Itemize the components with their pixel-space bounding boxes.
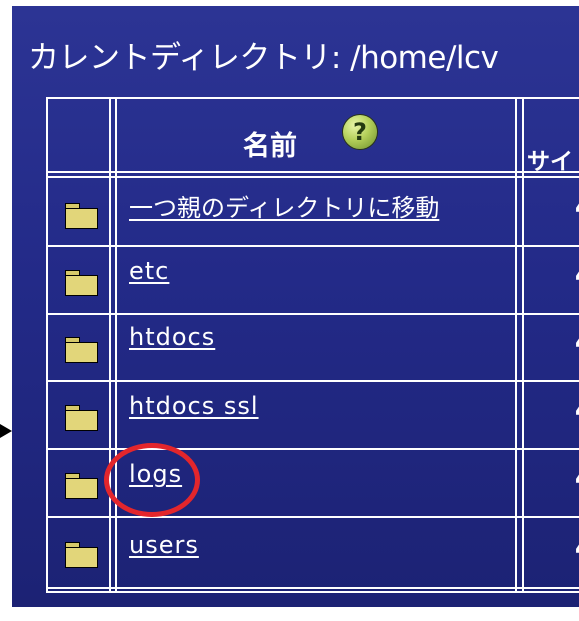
folder-icon <box>65 337 98 363</box>
arrow-right-icon <box>0 424 12 438</box>
folder-icon <box>65 542 98 568</box>
table-divider <box>48 313 579 315</box>
directory-link-users[interactable]: users <box>129 531 199 559</box>
size-cell: 4 <box>575 464 579 492</box>
file-manager-panel: カレントディレクトリ: /home/lcv 名前 ? サイ 一つ親のディレクトリ… <box>12 6 579 607</box>
help-icon[interactable]: ? <box>343 115 377 149</box>
folder-icon <box>65 203 98 229</box>
current-directory-label: カレントディレクトリ: /home/lcv <box>28 40 499 76</box>
folder-icon <box>65 270 98 296</box>
parent-directory-link[interactable]: 一つ親のディレクトリに移動 <box>129 188 439 223</box>
directory-table: 名前 ? サイ 一つ親のディレクトリに移動 4 etc 4 htdocs <box>46 97 579 593</box>
size-cell: 4 <box>575 396 579 424</box>
highlight-circle <box>104 443 200 517</box>
directory-link-htdocs[interactable]: htdocs <box>129 323 215 351</box>
folder-icon <box>65 473 98 499</box>
table-divider <box>48 171 579 173</box>
name-column-header[interactable]: 名前 <box>243 124 297 163</box>
directory-link-etc[interactable]: etc <box>129 257 169 285</box>
size-cell: 4 <box>575 328 579 356</box>
size-cell: 4 <box>575 534 579 562</box>
table-divider <box>48 587 579 589</box>
directory-link-htdocs-ssl[interactable]: htdocs ssl <box>129 392 259 420</box>
table-divider <box>48 380 579 382</box>
table-divider <box>48 176 579 178</box>
size-cell: 4 <box>575 261 579 289</box>
folder-icon <box>65 405 98 431</box>
table-divider <box>48 245 579 247</box>
size-column-header[interactable]: サイ <box>527 142 573 176</box>
size-cell: 4 <box>575 193 579 221</box>
table-divider <box>48 516 579 518</box>
